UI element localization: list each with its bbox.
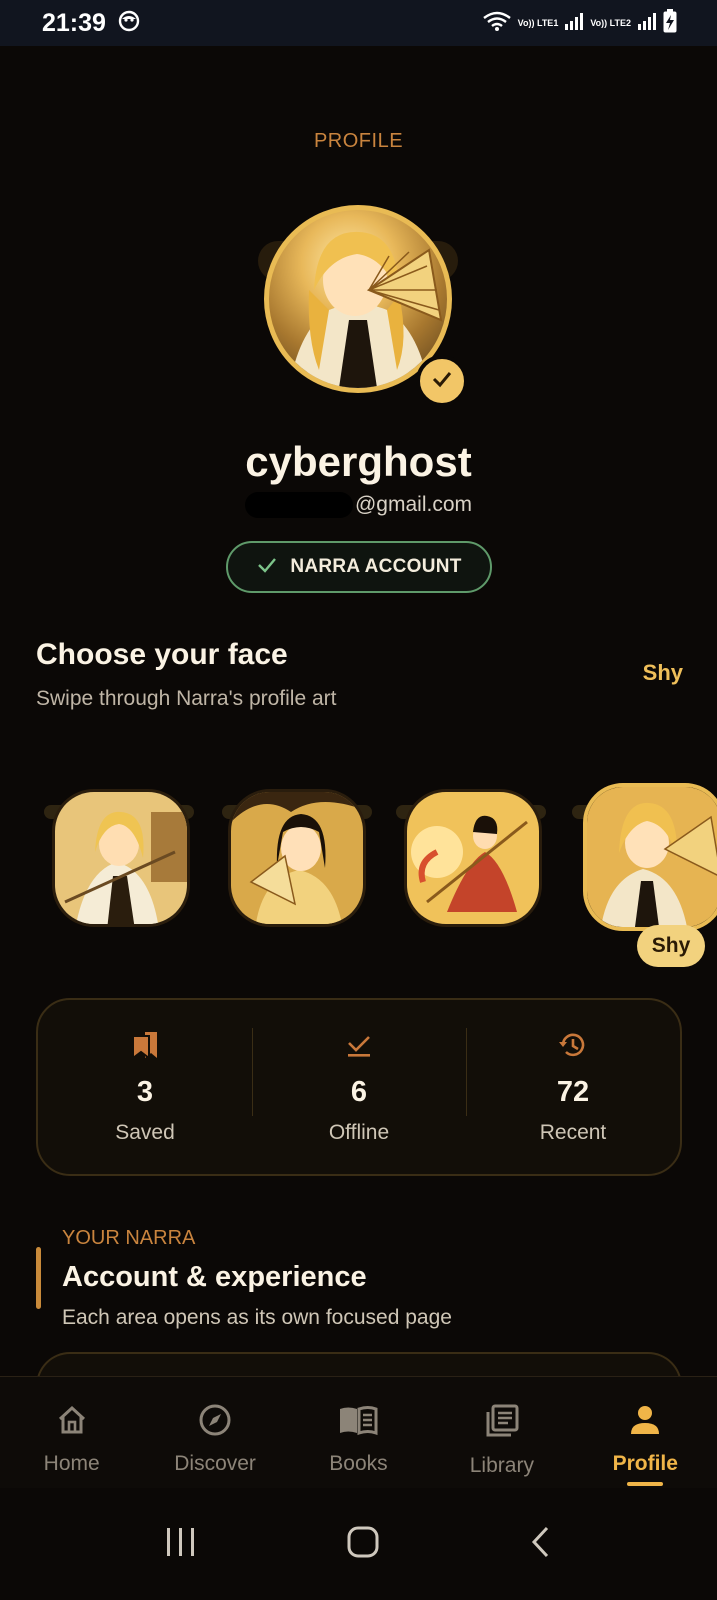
face-section-subtitle: Swipe through Narra's profile art <box>36 687 337 710</box>
history-icon <box>558 1028 588 1062</box>
wifi-icon <box>482 10 512 37</box>
stats-card: 3 Saved 6 Offline 72 Recent <box>36 998 682 1176</box>
nav-library[interactable]: Library <box>437 1403 567 1478</box>
account-badge-label: NARRA ACCOUNT <box>290 556 462 577</box>
profile-avatar-container[interactable] <box>258 205 468 407</box>
nav-books[interactable]: Books <box>293 1403 423 1476</box>
face-option-4-selected[interactable] <box>583 783 717 931</box>
nav-label: Library <box>469 1454 534 1477</box>
current-face-label: Shy <box>642 660 683 685</box>
stat-saved[interactable]: 3 Saved <box>38 1000 252 1174</box>
face-option-3[interactable] <box>404 789 542 927</box>
page-title: PROFILE <box>313 130 404 152</box>
nav-label: Home <box>43 1452 100 1475</box>
nav-home[interactable]: Home <box>7 1403 137 1476</box>
section-kicker: YOUR NARRA <box>62 1227 196 1249</box>
bottom-navigation: Home Discover Books Library Profile <box>0 1376 717 1488</box>
back-icon[interactable] <box>529 1525 553 1564</box>
home-icon <box>55 1403 89 1442</box>
bookmarks-icon <box>131 1028 159 1062</box>
section-title: Account & experience <box>62 1261 367 1293</box>
active-tab-indicator <box>627 1482 664 1486</box>
nav-discover[interactable]: Discover <box>150 1403 280 1476</box>
compass-icon <box>198 1403 232 1442</box>
account-badge: NARRA ACCOUNT <box>226 541 492 593</box>
network-2-label: Vo)) LTE2 <box>590 17 631 28</box>
email: @gmail.com <box>354 493 472 516</box>
stat-recent[interactable]: 72 Recent <box>466 1000 680 1174</box>
email-row: @gmail.com <box>0 492 717 518</box>
recent-apps-icon[interactable] <box>164 1526 198 1563</box>
check-icon <box>256 554 278 581</box>
signal-2-icon <box>637 11 657 36</box>
face-option-2[interactable] <box>228 789 366 927</box>
stat-label: Offline <box>328 1121 390 1144</box>
stat-label: Recent <box>539 1121 607 1144</box>
library-icon <box>484 1403 520 1444</box>
status-time: 21:39 <box>42 8 106 37</box>
nav-label: Profile <box>612 1452 678 1475</box>
check-icon <box>430 367 454 396</box>
battery-charging-icon <box>663 8 677 38</box>
home-button-icon[interactable] <box>346 1525 380 1564</box>
face-option-1[interactable] <box>52 789 190 927</box>
network-1-label: Vo)) LTE1 <box>517 17 559 28</box>
status-bar: 21:39 Vo)) LTE1 Vo)) LTE2 <box>0 0 717 46</box>
person-icon <box>628 1403 662 1442</box>
stat-offline[interactable]: 6 Offline <box>252 1000 466 1174</box>
face-section-title: Choose your face <box>36 638 288 671</box>
selected-face-chip: Shy <box>637 925 705 967</box>
nav-label: Books <box>329 1452 388 1475</box>
stat-label: Saved <box>115 1121 175 1144</box>
section-accent-bar <box>36 1247 41 1309</box>
open-book-icon <box>338 1403 378 1442</box>
stat-value: 72 <box>556 1076 590 1108</box>
nav-label: Discover <box>174 1452 256 1475</box>
signal-1-icon <box>564 11 584 36</box>
nav-profile[interactable]: Profile <box>580 1403 710 1486</box>
app-status-icon <box>118 10 140 37</box>
stat-value: 3 <box>136 1076 154 1108</box>
face-carousel[interactable] <box>0 783 717 963</box>
download-check-icon <box>345 1028 373 1062</box>
verified-badge <box>416 355 468 407</box>
username: cyberghost <box>245 438 472 485</box>
stat-value: 6 <box>350 1076 368 1108</box>
section-subtitle: Each area opens as its own focused page <box>62 1306 452 1329</box>
system-navigation-bar <box>0 1488 717 1600</box>
email-redacted-part <box>244 492 353 518</box>
